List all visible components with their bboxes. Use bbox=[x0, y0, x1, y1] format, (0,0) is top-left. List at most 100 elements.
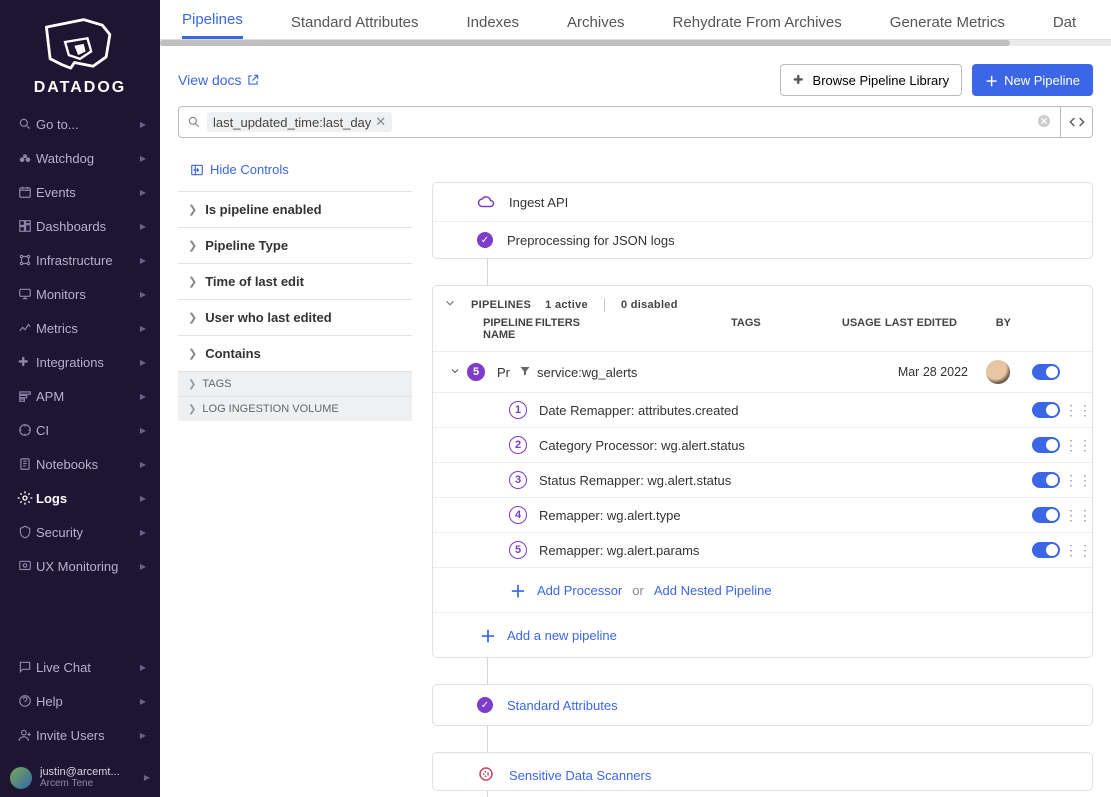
nav-label: Infrastructure bbox=[36, 253, 140, 268]
col-tags: TAGS bbox=[731, 317, 829, 341]
nav-item-ci[interactable]: CI ▶ bbox=[0, 413, 160, 447]
new-pipeline-button[interactable]: ＋ New Pipeline bbox=[972, 64, 1093, 96]
facet-contains[interactable]: ❯Contains bbox=[178, 335, 412, 371]
pipeline-row[interactable]: 5 Pr service:wg_alerts Mar 28 2022 bbox=[433, 351, 1092, 392]
drag-handle-icon[interactable]: ⋮⋮ bbox=[1064, 542, 1078, 559]
nav-label: Dashboards bbox=[36, 219, 140, 234]
nav-item-apm[interactable]: APM ▶ bbox=[0, 379, 160, 413]
nav-label: Metrics bbox=[36, 321, 140, 336]
dashboard-icon bbox=[14, 219, 36, 233]
nav-main: Go to... ▶ Watchdog ▶ Events ▶ Dashboard… bbox=[0, 107, 160, 650]
notebook-icon bbox=[14, 457, 36, 471]
col-last-edited: LAST EDITED bbox=[881, 317, 957, 341]
collapse-all-icon[interactable] bbox=[443, 296, 457, 313]
drag-handle-icon[interactable]: ⋮⋮ bbox=[1064, 507, 1078, 524]
nav-item-integrations[interactable]: Integrations ▶ bbox=[0, 345, 160, 379]
datadog-logo-icon bbox=[30, 14, 130, 70]
user-avatar bbox=[10, 767, 32, 789]
nav-item-logs[interactable]: Logs ▶ bbox=[0, 481, 160, 515]
processor-row[interactable]: 2 Category Processor: wg.alert.status ⋮⋮ bbox=[433, 427, 1092, 462]
nav-item-notebooks[interactable]: Notebooks ▶ bbox=[0, 447, 160, 481]
add-new-pipeline-link[interactable]: Add a new pipeline bbox=[507, 628, 617, 643]
sensitive-scanners-link[interactable]: Sensitive Data Scanners bbox=[509, 768, 651, 783]
view-docs-link[interactable]: View docs bbox=[178, 72, 260, 88]
nav-item-help[interactable]: Help ▶ bbox=[0, 684, 160, 718]
processor-row[interactable]: 1 Date Remapper: attributes.created ⋮⋮ bbox=[433, 392, 1092, 427]
clear-search-icon[interactable] bbox=[1036, 113, 1052, 132]
caret-right-icon: ▶ bbox=[140, 358, 146, 367]
subfacet-tags[interactable]: ❯TAGS bbox=[178, 371, 412, 396]
preprocessing-row[interactable]: ✓ Preprocessing for JSON logs bbox=[433, 222, 1092, 258]
content: Hide Controls ❯Is pipeline enabled❯Pipel… bbox=[160, 152, 1111, 797]
facet-time-of-last-edit[interactable]: ❯Time of last edit bbox=[178, 263, 412, 299]
nav-label: Events bbox=[36, 185, 140, 200]
tab-indexes[interactable]: Indexes bbox=[466, 14, 519, 39]
nav-label: Notebooks bbox=[36, 457, 140, 472]
check-circle-icon: ✓ bbox=[477, 232, 493, 248]
sensitive-scanners-card[interactable]: Sensitive Data Scanners bbox=[432, 752, 1093, 791]
hide-controls-button[interactable]: Hide Controls bbox=[178, 152, 412, 191]
processor-row[interactable]: 3 Status Remapper: wg.alert.status ⋮⋮ bbox=[433, 462, 1092, 497]
facet-is-pipeline-enabled[interactable]: ❯Is pipeline enabled bbox=[178, 191, 412, 227]
tab-archives[interactable]: Archives bbox=[567, 14, 625, 39]
tab-standard-attributes[interactable]: Standard Attributes bbox=[291, 14, 419, 39]
processor-row[interactable]: 4 Remapper: wg.alert.type ⋮⋮ bbox=[433, 497, 1092, 532]
chip-remove-icon[interactable]: ✕ bbox=[375, 114, 386, 130]
col-pipeline-name: PIPELINE NAME bbox=[483, 317, 535, 341]
user-org: Arcem Tene bbox=[40, 778, 136, 789]
nav-label: Go to... bbox=[36, 117, 140, 132]
nav-item-events[interactable]: Events ▶ bbox=[0, 175, 160, 209]
drag-handle-icon[interactable]: ⋮⋮ bbox=[1064, 402, 1078, 419]
tab-pipelines[interactable]: Pipelines bbox=[182, 11, 243, 39]
pipeline-enable-toggle[interactable] bbox=[1032, 364, 1060, 380]
facet-pipeline-type[interactable]: ❯Pipeline Type bbox=[178, 227, 412, 263]
drag-handle-icon[interactable]: ⋮⋮ bbox=[1064, 437, 1078, 454]
nav-item-live-chat[interactable]: Live Chat ▶ bbox=[0, 650, 160, 684]
nav-item-monitors[interactable]: Monitors ▶ bbox=[0, 277, 160, 311]
browse-pipeline-library-button[interactable]: Browse Pipeline Library bbox=[780, 64, 963, 96]
subfacet-log-ingestion-volume[interactable]: ❯LOG INGESTION VOLUME bbox=[178, 396, 412, 421]
add-nested-pipeline-link[interactable]: Add Nested Pipeline bbox=[654, 583, 772, 598]
chevron-right-icon: ❯ bbox=[188, 404, 196, 415]
nav-item-invite-users[interactable]: Invite Users ▶ bbox=[0, 718, 160, 752]
processor-enable-toggle[interactable] bbox=[1032, 472, 1060, 488]
facet-user-who-last-edited[interactable]: ❯User who last edited bbox=[178, 299, 412, 335]
nav-item-infrastructure[interactable]: Infrastructure ▶ bbox=[0, 243, 160, 277]
step-number-badge: 3 bbox=[509, 471, 527, 489]
nav-label: Security bbox=[36, 525, 140, 540]
code-icon bbox=[1069, 114, 1085, 130]
standard-attributes-link[interactable]: Standard Attributes bbox=[507, 698, 618, 713]
nav-item-ux-monitoring[interactable]: UX Monitoring ▶ bbox=[0, 549, 160, 583]
processor-row[interactable]: 5 Remapper: wg.alert.params ⋮⋮ bbox=[433, 532, 1092, 567]
pipelines-card: PIPELINES 1 active 0 disabled PIPELINE N… bbox=[432, 285, 1093, 658]
calendar-icon bbox=[14, 185, 36, 199]
tab-rehydrate-from-archives[interactable]: Rehydrate From Archives bbox=[673, 14, 842, 39]
processor-enable-toggle[interactable] bbox=[1032, 437, 1060, 453]
drag-handle-icon[interactable]: ⋮⋮ bbox=[1064, 472, 1078, 489]
processor-enable-toggle[interactable] bbox=[1032, 542, 1060, 558]
processor-label: Remapper: wg.alert.type bbox=[539, 508, 1028, 523]
nav-item-security[interactable]: Security ▶ bbox=[0, 515, 160, 549]
nav-item-go-to-[interactable]: Go to... ▶ bbox=[0, 107, 160, 141]
tab-dat[interactable]: Dat bbox=[1053, 14, 1076, 39]
user-menu[interactable]: justin@arcemt... Arcem Tene ▶ bbox=[0, 758, 160, 797]
search-input[interactable]: last_updated_time:last_day ✕ bbox=[178, 106, 1061, 138]
add-processor-link[interactable]: Add Processor bbox=[537, 583, 622, 598]
processor-label: Status Remapper: wg.alert.status bbox=[539, 473, 1028, 488]
filter-chip[interactable]: last_updated_time:last_day ✕ bbox=[207, 112, 392, 132]
nav-item-watchdog[interactable]: Watchdog ▶ bbox=[0, 141, 160, 175]
external-link-icon bbox=[246, 73, 260, 87]
code-view-toggle[interactable] bbox=[1061, 106, 1093, 138]
processor-enable-toggle[interactable] bbox=[1032, 402, 1060, 418]
nav-item-metrics[interactable]: Metrics ▶ bbox=[0, 311, 160, 345]
tab-generate-metrics[interactable]: Generate Metrics bbox=[890, 14, 1005, 39]
controls-panel: Hide Controls ❯Is pipeline enabled❯Pipel… bbox=[178, 152, 412, 797]
step-number-badge: 2 bbox=[509, 436, 527, 454]
tab-scrollbar[interactable] bbox=[160, 40, 1111, 46]
expand-pipeline-icon[interactable] bbox=[443, 365, 467, 380]
nav-item-dashboards[interactable]: Dashboards ▶ bbox=[0, 209, 160, 243]
standard-attributes-card[interactable]: ✓ Standard Attributes bbox=[432, 684, 1093, 726]
caret-right-icon: ▶ bbox=[140, 120, 146, 129]
ingest-card: Ingest API ✓ Preprocessing for JSON logs bbox=[432, 182, 1093, 259]
processor-enable-toggle[interactable] bbox=[1032, 507, 1060, 523]
